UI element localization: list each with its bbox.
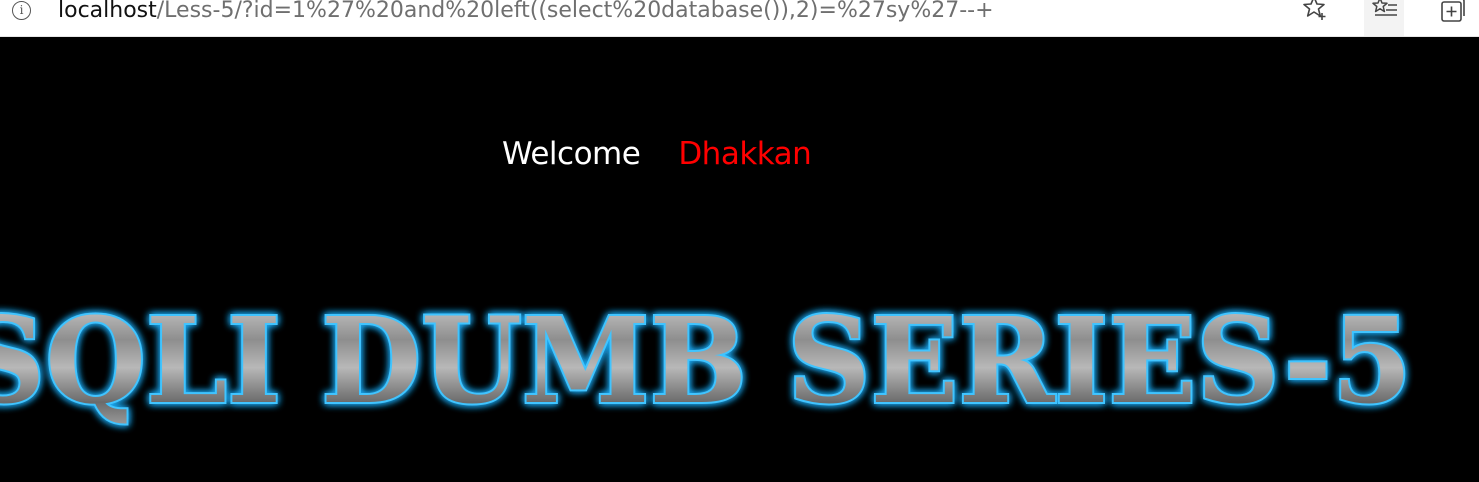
banner-title-graphic: SQLI DUMB SERIES-5 <box>0 290 1414 432</box>
address-bar: i localhost/Less-5/?id=1%27%20and%20left… <box>0 0 1479 37</box>
collections-icon <box>1441 0 1465 22</box>
banner-image: SQLI DUMB SERIES-5 <box>0 290 1479 450</box>
welcome-message: Welcome Dhakkan <box>502 133 812 175</box>
favorites-button[interactable] <box>1364 0 1404 36</box>
welcome-label: Welcome <box>502 136 641 172</box>
favorites-list-icon <box>1372 0 1397 16</box>
collections-button[interactable] <box>1432 0 1472 36</box>
star-add-icon <box>1303 0 1326 20</box>
add-favorite-button[interactable] <box>1294 0 1334 36</box>
info-icon[interactable]: i <box>12 1 31 20</box>
banner-title: SQLI DUMB SERIES-5 <box>0 291 1412 430</box>
url-host: localhost <box>58 0 157 23</box>
welcome-name: Dhakkan <box>678 136 812 172</box>
url-field[interactable]: localhost/Less-5/?id=1%27%20and%20left((… <box>58 0 994 26</box>
url-path: /Less-5/?id=1%27%20and%20left((select%20… <box>156 0 994 23</box>
